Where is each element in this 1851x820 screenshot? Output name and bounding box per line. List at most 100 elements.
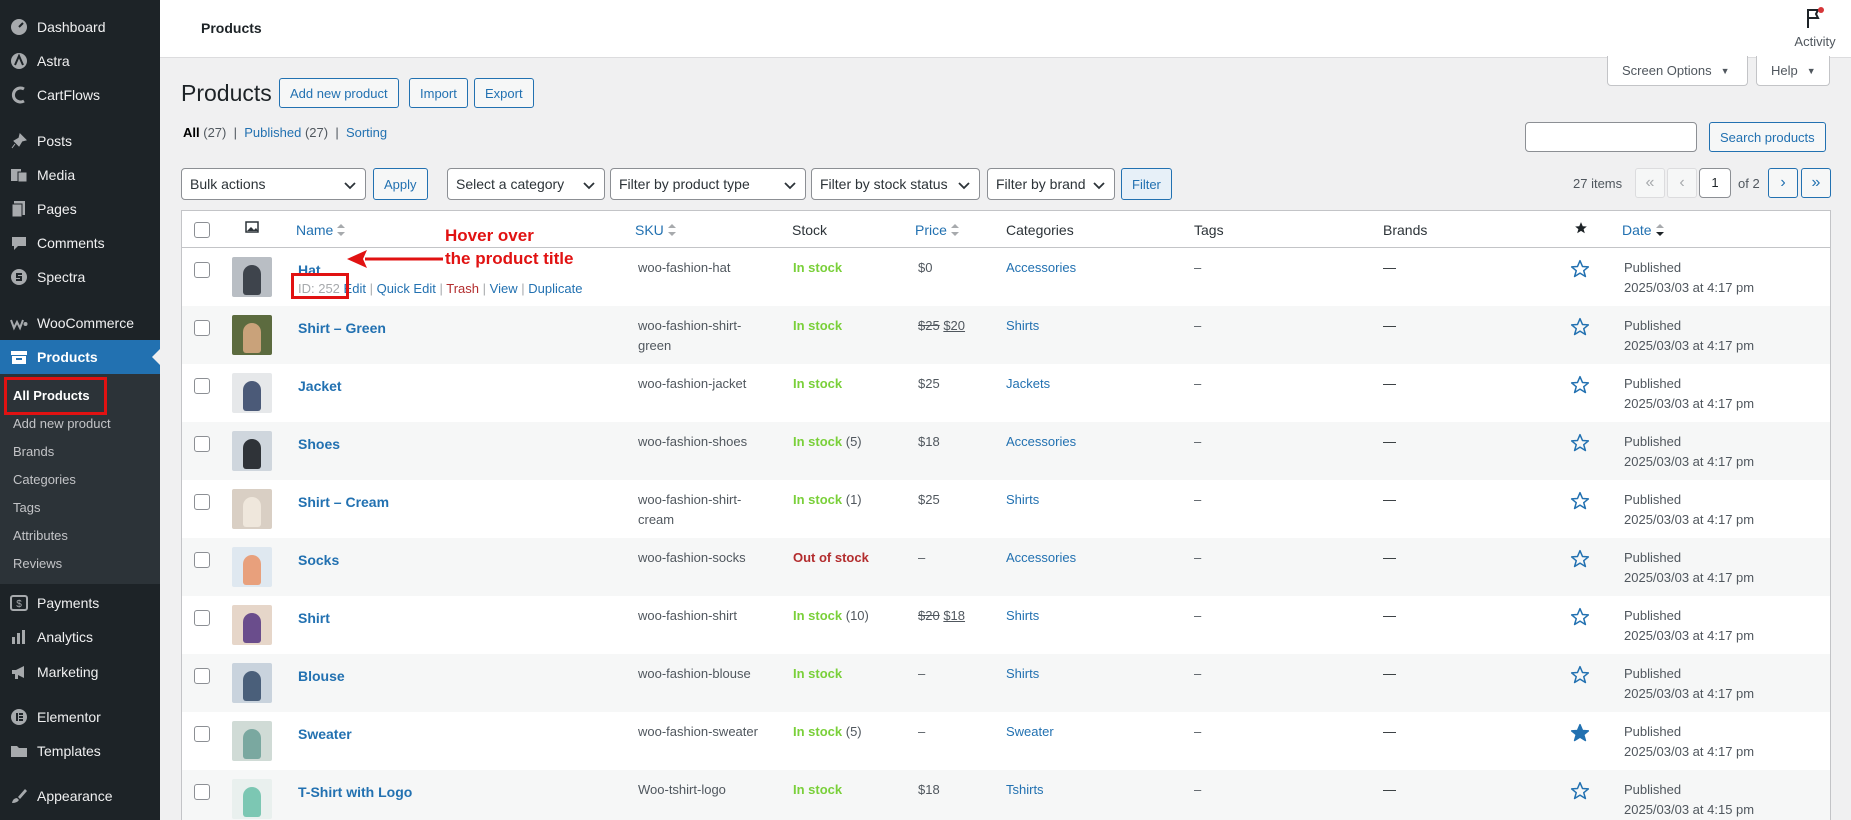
unfeatured-star-icon[interactable] bbox=[1570, 781, 1590, 801]
sidebar-item-marketing[interactable]: Marketing bbox=[0, 655, 160, 689]
prev-page-button[interactable]: ‹ bbox=[1667, 168, 1697, 198]
featured-star-icon[interactable] bbox=[1570, 723, 1590, 743]
export-button[interactable]: Export bbox=[474, 78, 534, 108]
sidebar-item-posts[interactable]: Posts bbox=[0, 124, 160, 158]
category-link[interactable]: Tshirts bbox=[1006, 780, 1044, 800]
unfeatured-star-icon[interactable] bbox=[1570, 317, 1590, 337]
first-page-button[interactable]: « bbox=[1635, 168, 1665, 198]
unfeatured-star-icon[interactable] bbox=[1570, 549, 1590, 569]
category-link[interactable]: Shirts bbox=[1006, 664, 1039, 684]
row-checkbox[interactable] bbox=[194, 668, 210, 684]
edit-link[interactable]: Edit bbox=[344, 281, 366, 296]
column-price[interactable]: Price bbox=[915, 222, 959, 238]
row-checkbox[interactable] bbox=[194, 726, 210, 742]
product-thumbnail[interactable] bbox=[232, 489, 272, 529]
select-all-checkbox[interactable] bbox=[194, 222, 210, 238]
brand-select[interactable]: Filter by brand bbox=[987, 168, 1115, 200]
activity-button[interactable]: Activity bbox=[1791, 6, 1839, 49]
quick-edit-link[interactable]: Quick Edit bbox=[377, 281, 436, 296]
search-products-button[interactable]: Search products bbox=[1709, 122, 1826, 152]
product-name-link[interactable]: Blouse bbox=[298, 666, 345, 686]
unfeatured-star-icon[interactable] bbox=[1570, 259, 1590, 279]
next-page-button[interactable]: › bbox=[1768, 168, 1798, 198]
column-date[interactable]: Date bbox=[1622, 222, 1664, 238]
category-link[interactable]: Sweater bbox=[1006, 722, 1054, 742]
view-sorting[interactable]: Sorting bbox=[346, 125, 387, 140]
submenu-all-products[interactable]: All Products bbox=[13, 388, 90, 403]
sidebar-item-astra[interactable]: Astra bbox=[0, 44, 160, 78]
filter-button[interactable]: Filter bbox=[1121, 168, 1172, 200]
category-link[interactable]: Shirts bbox=[1006, 490, 1039, 510]
category-link[interactable]: Accessories bbox=[1006, 548, 1076, 568]
product-type-select[interactable]: Filter by product type bbox=[610, 168, 806, 200]
product-thumbnail[interactable] bbox=[232, 663, 272, 703]
unfeatured-star-icon[interactable] bbox=[1570, 433, 1590, 453]
view-published[interactable]: Published bbox=[244, 125, 301, 140]
unfeatured-star-icon[interactable] bbox=[1570, 491, 1590, 511]
submenu-reviews[interactable]: Reviews bbox=[13, 556, 62, 571]
screen-options-button[interactable]: Screen Options ▼ bbox=[1607, 56, 1748, 86]
sidebar-item-payments[interactable]: $ Payments bbox=[0, 586, 160, 620]
duplicate-link[interactable]: Duplicate bbox=[528, 281, 582, 296]
trash-link[interactable]: Trash bbox=[446, 281, 479, 296]
view-link[interactable]: View bbox=[490, 281, 518, 296]
sidebar-item-products[interactable]: Products bbox=[0, 340, 160, 374]
column-name[interactable]: Name bbox=[296, 222, 346, 238]
row-checkbox[interactable] bbox=[194, 320, 210, 336]
product-thumbnail[interactable] bbox=[232, 373, 272, 413]
sidebar-item-dashboard[interactable]: Dashboard bbox=[0, 10, 160, 44]
unfeatured-star-icon[interactable] bbox=[1570, 607, 1590, 627]
submenu-attributes[interactable]: Attributes bbox=[13, 528, 68, 543]
bulk-actions-select[interactable]: Bulk actions bbox=[181, 168, 366, 200]
category-link[interactable]: Shirts bbox=[1006, 316, 1039, 336]
product-name-link[interactable]: Sweater bbox=[298, 724, 352, 744]
row-checkbox[interactable] bbox=[194, 378, 210, 394]
category-link[interactable]: Accessories bbox=[1006, 258, 1076, 278]
search-input[interactable] bbox=[1525, 122, 1697, 152]
sidebar-item-appearance[interactable]: Appearance bbox=[0, 779, 160, 813]
submenu-tags[interactable]: Tags bbox=[13, 500, 40, 515]
product-name-link[interactable]: Shirt – Green bbox=[298, 318, 386, 338]
product-thumbnail[interactable] bbox=[232, 721, 272, 761]
row-checkbox[interactable] bbox=[194, 494, 210, 510]
submenu-add-new-product[interactable]: Add new product bbox=[13, 416, 111, 431]
current-page-input[interactable]: 1 bbox=[1699, 168, 1731, 198]
sidebar-item-pages[interactable]: Pages bbox=[0, 192, 160, 226]
category-link[interactable]: Shirts bbox=[1006, 606, 1039, 626]
sidebar-item-analytics[interactable]: Analytics bbox=[0, 620, 160, 654]
row-checkbox[interactable] bbox=[194, 552, 210, 568]
sidebar-item-woocommerce[interactable]: WooCommerce bbox=[0, 306, 160, 340]
product-name-link[interactable]: T-Shirt with Logo bbox=[298, 782, 412, 802]
add-new-product-button[interactable]: Add new product bbox=[279, 78, 399, 108]
sidebar-item-spectra[interactable]: Spectra bbox=[0, 260, 160, 294]
category-link[interactable]: Jackets bbox=[1006, 374, 1050, 394]
product-thumbnail[interactable] bbox=[232, 431, 272, 471]
row-checkbox[interactable] bbox=[194, 262, 210, 278]
category-link[interactable]: Accessories bbox=[1006, 432, 1076, 452]
stock-status-select[interactable]: Filter by stock status bbox=[811, 168, 980, 200]
product-thumbnail[interactable] bbox=[232, 315, 272, 355]
product-thumbnail[interactable] bbox=[232, 547, 272, 587]
product-name-link[interactable]: Shirt – Cream bbox=[298, 492, 389, 512]
help-button[interactable]: Help ▼ bbox=[1756, 56, 1830, 86]
product-name-link[interactable]: Shoes bbox=[298, 434, 340, 454]
column-sku[interactable]: SKU bbox=[635, 222, 676, 238]
product-thumbnail[interactable] bbox=[232, 605, 272, 645]
row-checkbox[interactable] bbox=[194, 784, 210, 800]
submenu-brands[interactable]: Brands bbox=[13, 444, 54, 459]
row-checkbox[interactable] bbox=[194, 436, 210, 452]
unfeatured-star-icon[interactable] bbox=[1570, 375, 1590, 395]
import-button[interactable]: Import bbox=[409, 78, 468, 108]
category-select[interactable]: Select a category bbox=[447, 168, 605, 200]
row-checkbox[interactable] bbox=[194, 610, 210, 626]
product-name-link[interactable]: Socks bbox=[298, 550, 339, 570]
product-name-link[interactable]: Jacket bbox=[298, 376, 342, 396]
last-page-button[interactable]: » bbox=[1801, 168, 1831, 198]
product-name-link[interactable]: Hat bbox=[298, 260, 321, 280]
view-all[interactable]: All bbox=[183, 125, 200, 140]
product-name-link[interactable]: Shirt bbox=[298, 608, 330, 628]
product-thumbnail[interactable] bbox=[232, 779, 272, 819]
sidebar-item-cartflows[interactable]: CartFlows bbox=[0, 78, 160, 112]
sidebar-item-media[interactable]: Media bbox=[0, 158, 160, 192]
product-thumbnail[interactable] bbox=[232, 257, 272, 297]
